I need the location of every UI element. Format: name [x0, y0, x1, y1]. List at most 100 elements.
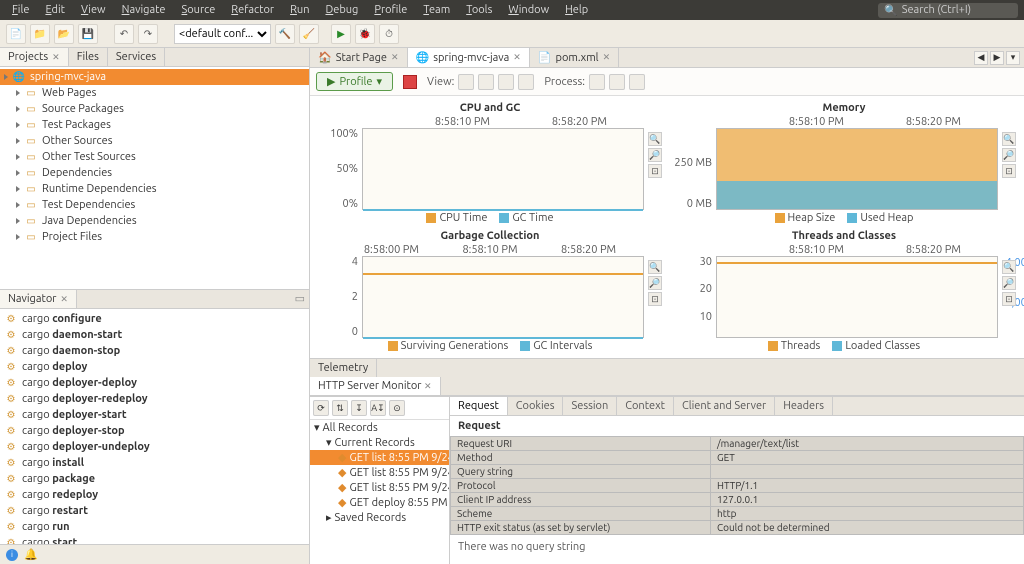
- sort-icon[interactable]: ⇅: [332, 400, 348, 416]
- navigator-goal[interactable]: ⚙cargo configure: [0, 311, 309, 327]
- zoom-out-icon[interactable]: 🔎: [648, 276, 662, 290]
- zoom-out-icon[interactable]: 🔎: [1002, 276, 1016, 290]
- menu-help[interactable]: Help: [559, 2, 594, 18]
- process-icon-2[interactable]: [609, 74, 625, 90]
- menu-source[interactable]: Source: [175, 2, 221, 18]
- build-button[interactable]: 🔨: [275, 24, 295, 44]
- menu-run[interactable]: Run: [284, 2, 315, 18]
- record-item[interactable]: ▾All Records: [310, 420, 449, 435]
- record-item[interactable]: ◆GET deploy 8:55 PM 9/24/...: [310, 495, 449, 510]
- process-icon-3[interactable]: [629, 74, 645, 90]
- request-tab-cookies[interactable]: Cookies: [508, 397, 564, 415]
- tab-http-monitor[interactable]: HTTP Server Monitor ✕: [310, 377, 441, 395]
- save-all-button[interactable]: 💾: [78, 24, 98, 44]
- navigator-goal[interactable]: ⚙cargo deployer-redeploy: [0, 391, 309, 407]
- zoom-out-icon[interactable]: 🔎: [648, 148, 662, 162]
- request-tab-headers[interactable]: Headers: [775, 397, 833, 415]
- menu-edit[interactable]: Edit: [39, 2, 71, 18]
- record-item[interactable]: ▸Saved Records: [310, 510, 449, 525]
- menu-view[interactable]: View: [75, 2, 112, 18]
- record-item[interactable]: ◆GET list 8:55 PM 9/24/17]: [310, 465, 449, 480]
- request-tab-context[interactable]: Context: [617, 397, 674, 415]
- close-icon[interactable]: ✕: [60, 294, 68, 305]
- zoom-in-icon[interactable]: 🔍: [1002, 260, 1016, 274]
- request-tab-request[interactable]: Request: [450, 397, 508, 415]
- close-icon[interactable]: ✕: [391, 52, 399, 63]
- navigator-goal[interactable]: ⚙cargo deployer-stop: [0, 423, 309, 439]
- view-icon-3[interactable]: [498, 74, 514, 90]
- project-node[interactable]: ▭Java Dependencies: [0, 213, 309, 229]
- zoom-in-icon[interactable]: 🔍: [1002, 132, 1016, 146]
- records-tree[interactable]: ▾All Records▾Current Records ◆GET list 8:…: [310, 420, 449, 564]
- menu-file[interactable]: File: [6, 2, 35, 18]
- time-sort-icon[interactable]: ↧: [351, 400, 367, 416]
- project-node[interactable]: ▭Source Packages: [0, 101, 309, 117]
- menu-tools[interactable]: Tools: [460, 2, 498, 18]
- project-node[interactable]: ▭Web Pages: [0, 85, 309, 101]
- tab-prev-button[interactable]: ◀: [974, 51, 988, 65]
- process-icon-1[interactable]: [589, 74, 605, 90]
- minimize-icon[interactable]: ▭: [291, 290, 309, 308]
- navigator-goal[interactable]: ⚙cargo deployer-start: [0, 407, 309, 423]
- record-item[interactable]: ▾Current Records: [310, 435, 449, 450]
- menu-debug[interactable]: Debug: [319, 2, 364, 18]
- notification-icon[interactable]: 🔔: [24, 548, 38, 561]
- run-config-select[interactable]: <default conf...: [174, 24, 271, 44]
- record-item[interactable]: ◆GET list 8:55 PM 9/24/17]: [310, 480, 449, 495]
- zoom-fit-icon[interactable]: ⊡: [648, 164, 662, 178]
- navigator-goal[interactable]: ⚙cargo install: [0, 455, 309, 471]
- stop-button[interactable]: [403, 75, 417, 89]
- projects-tree[interactable]: 🌐spring-mvc-java▭Web Pages▭Source Packag…: [0, 67, 309, 289]
- project-node[interactable]: ▭Project Files: [0, 229, 309, 245]
- navigator-goal[interactable]: ⚙cargo daemon-stop: [0, 343, 309, 359]
- project-node[interactable]: ▭Dependencies: [0, 165, 309, 181]
- navigator-goal[interactable]: ⚙cargo deployer-deploy: [0, 375, 309, 391]
- navigator-goal[interactable]: ⚙cargo run: [0, 519, 309, 535]
- zoom-fit-icon[interactable]: ⊡: [1002, 164, 1016, 178]
- tab-next-button[interactable]: ▶: [990, 51, 1004, 65]
- menu-navigate[interactable]: Navigate: [116, 2, 172, 18]
- view-icon-2[interactable]: [478, 74, 494, 90]
- navigator-goal[interactable]: ⚙cargo deployer-undeploy: [0, 439, 309, 455]
- tab-files[interactable]: Files: [69, 48, 108, 66]
- navigator-goal[interactable]: ⚙cargo restart: [0, 503, 309, 519]
- tab-list-button[interactable]: ▾: [1006, 51, 1020, 65]
- request-tab-client-and-server[interactable]: Client and Server: [674, 397, 775, 415]
- zoom-in-icon[interactable]: 🔍: [648, 260, 662, 274]
- navigator-goal[interactable]: ⚙cargo redeploy: [0, 487, 309, 503]
- zoom-out-icon[interactable]: 🔎: [1002, 148, 1016, 162]
- new-file-button[interactable]: 📄: [6, 24, 26, 44]
- menu-refactor[interactable]: Refactor: [225, 2, 280, 18]
- view-icon-1[interactable]: [458, 74, 474, 90]
- navigator-tree[interactable]: ⚙cargo configure⚙cargo daemon-start⚙carg…: [0, 309, 309, 544]
- undo-button[interactable]: ↶: [114, 24, 134, 44]
- run-button[interactable]: ▶: [331, 24, 351, 44]
- project-node[interactable]: ▭Other Sources: [0, 133, 309, 149]
- tab-navigator[interactable]: Navigator✕: [0, 290, 77, 308]
- close-icon[interactable]: ✕: [52, 52, 60, 63]
- close-icon[interactable]: ✕: [603, 52, 611, 63]
- zoom-fit-icon[interactable]: ⊡: [648, 292, 662, 306]
- navigator-goal[interactable]: ⚙cargo daemon-start: [0, 327, 309, 343]
- global-search[interactable]: 🔍 Search (Ctrl+I): [878, 3, 1018, 18]
- profile-dropdown[interactable]: ▶ Profile ▾: [316, 72, 393, 91]
- menu-team[interactable]: Team: [417, 2, 456, 18]
- navigator-goal[interactable]: ⚙cargo package: [0, 471, 309, 487]
- project-node[interactable]: ▭Test Packages: [0, 117, 309, 133]
- navigator-goal[interactable]: ⚙cargo start: [0, 535, 309, 544]
- menu-profile[interactable]: Profile: [368, 2, 413, 18]
- editor-tab[interactable]: 📄pom.xml✕: [530, 48, 619, 67]
- clean-build-button[interactable]: 🧹: [299, 24, 319, 44]
- redo-button[interactable]: ↷: [138, 24, 158, 44]
- project-node[interactable]: ▭Test Dependencies: [0, 197, 309, 213]
- close-icon[interactable]: ✕: [513, 52, 521, 63]
- view-icon-4[interactable]: [518, 74, 534, 90]
- profile-button[interactable]: ⏱: [379, 24, 399, 44]
- alpha-sort-icon[interactable]: A↧: [370, 400, 386, 416]
- tab-services[interactable]: Services: [108, 48, 165, 66]
- zoom-fit-icon[interactable]: ⊡: [1002, 292, 1016, 306]
- editor-tab[interactable]: 🏠Start Page✕: [310, 48, 408, 67]
- open-button[interactable]: 📂: [54, 24, 74, 44]
- info-icon[interactable]: i: [6, 549, 18, 561]
- navigator-goal[interactable]: ⚙cargo deploy: [0, 359, 309, 375]
